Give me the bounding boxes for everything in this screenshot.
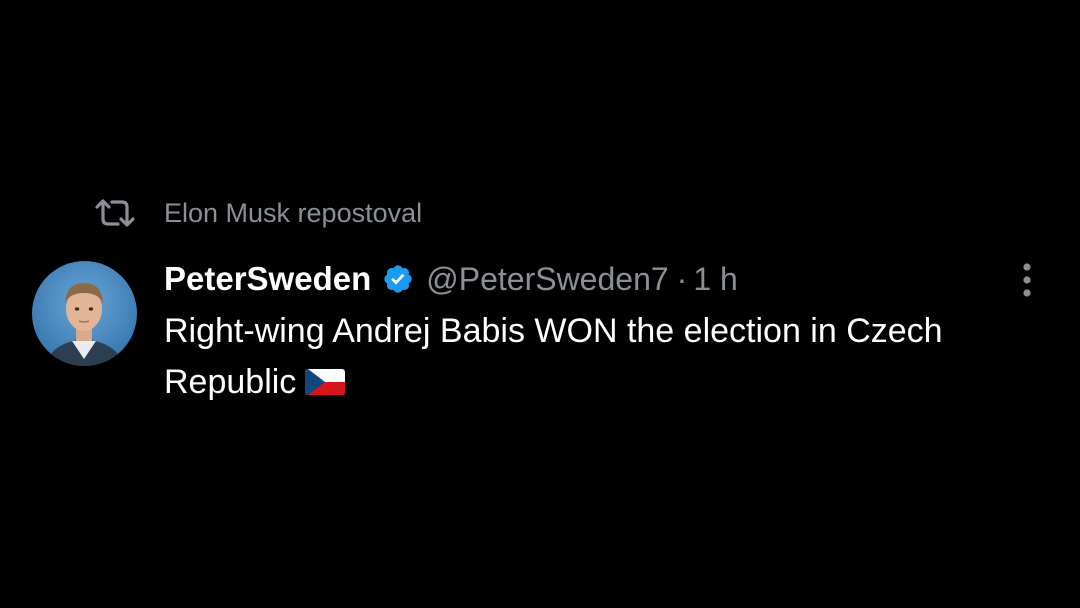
tweet-text: Right-wing Andrej Babis WON the election…: [164, 306, 1054, 408]
repost-icon: [94, 196, 136, 230]
czech-flag-emoji: [304, 361, 346, 395]
more-options-button[interactable]: [1010, 262, 1044, 302]
more-vertical-icon: [1022, 262, 1032, 303]
handle[interactable]: @PeterSweden7: [426, 261, 668, 298]
avatar[interactable]: [32, 261, 137, 366]
display-name[interactable]: PeterSweden: [164, 260, 371, 298]
verified-badge-icon: [382, 263, 414, 295]
tweet-text-content: Right-wing Andrej Babis WON the election…: [164, 312, 943, 401]
repost-context: Elon Musk repostoval: [94, 193, 422, 233]
repost-label[interactable]: Elon Musk repostoval: [164, 198, 422, 229]
tweet[interactable]: Elon Musk repostoval PeterSweden @PeterS…: [0, 0, 1080, 608]
timestamp[interactable]: 1 h: [693, 261, 737, 298]
tweet-header: PeterSweden @PeterSweden7 · 1 h: [164, 256, 738, 302]
separator-dot: ·: [676, 260, 688, 297]
